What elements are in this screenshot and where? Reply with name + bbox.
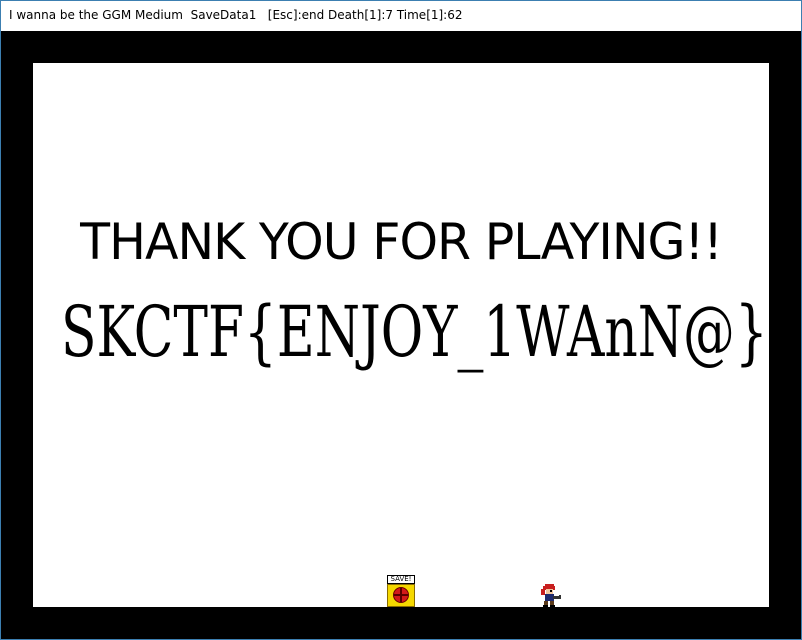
thank-you-message: THANK YOU FOR PLAYING!!	[80, 213, 723, 271]
kid-character-icon	[541, 584, 561, 607]
flag-text: SKCTF{ENJOY_1WAnN@}	[61, 291, 768, 373]
save-point-icon[interactable]: SAVE!	[387, 575, 415, 607]
save-point-box	[387, 584, 415, 607]
save-orb-icon	[393, 587, 409, 603]
game-frame: THANK YOU FOR PLAYING!! SKCTF{ENJOY_1WAn…	[1, 31, 801, 639]
game-window: I wanna be the GGM Medium SaveData1 [Esc…	[0, 0, 802, 640]
window-title: I wanna be the GGM Medium SaveData1 [Esc…	[9, 8, 463, 22]
title-bar[interactable]: I wanna be the GGM Medium SaveData1 [Esc…	[1, 1, 801, 31]
save-point-label: SAVE!	[387, 575, 415, 584]
game-screen[interactable]: THANK YOU FOR PLAYING!! SKCTF{ENJOY_1WAn…	[33, 63, 769, 607]
